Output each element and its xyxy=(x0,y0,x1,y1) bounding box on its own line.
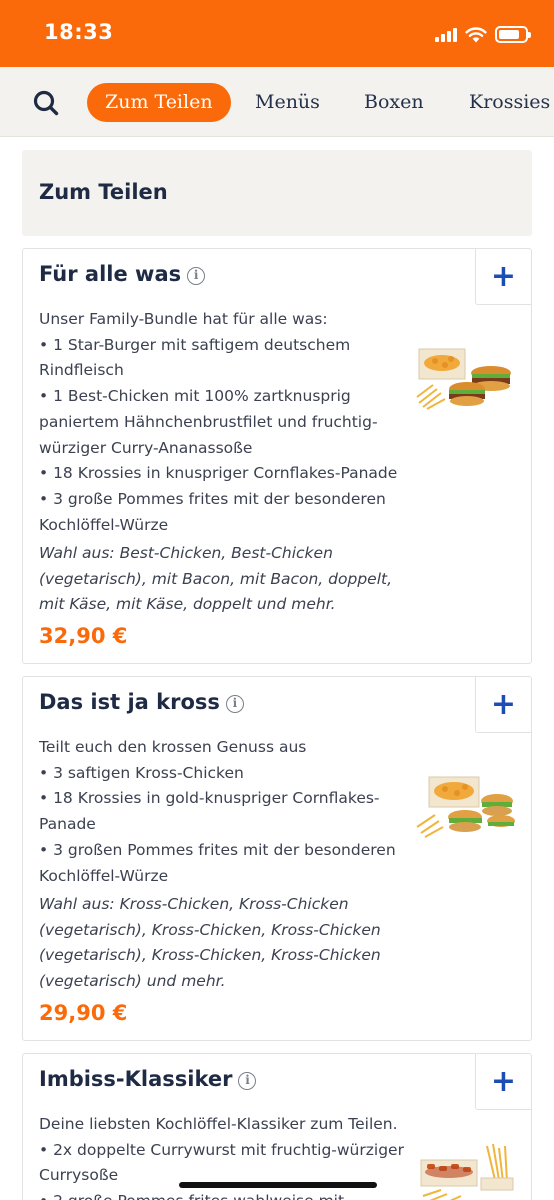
product-description: Teilt euch den krossen Genuss aus • 3 sa… xyxy=(39,735,409,889)
add-button[interactable]: + xyxy=(475,1054,531,1110)
description-item: • 1 Star-Burger mit saftigem deutschem R… xyxy=(39,335,351,380)
status-time: 18:33 xyxy=(44,20,114,44)
product-title-text: Imbiss-Klassiker xyxy=(39,1067,233,1091)
category-nav: Zum Teilen Menüs Boxen Krossies xyxy=(0,67,554,137)
add-button[interactable]: + xyxy=(475,677,531,733)
description-item: • 18 Krossies in knuspriger Cornflakes-P… xyxy=(39,464,398,483)
description-intro: Teilt euch den krossen Genuss aus xyxy=(39,738,307,756)
battery-level xyxy=(499,30,519,39)
description-item: • 1 Best-Chicken mit 100% zartknusprig p… xyxy=(39,387,378,457)
status-icons xyxy=(435,26,531,43)
tab-zum-teilen[interactable]: Zum Teilen xyxy=(87,83,231,122)
description-item: • 3 großen Pommes frites mit der besonde… xyxy=(39,840,396,885)
product-card-imbiss-klassiker[interactable]: Imbiss-Klassiker i + Deine liebsten Kochl… xyxy=(22,1053,532,1200)
product-title: Für alle was i xyxy=(39,262,206,286)
description-item: • 2 große Pommes frites wahlweise mit xyxy=(39,1189,409,1200)
product-title-text: Das ist ja kross xyxy=(39,690,220,714)
description-intro: Deine liebsten Kochlöffel-Klassiker zum … xyxy=(39,1115,398,1133)
product-description: Unser Family-Bundle hat für alle was: • … xyxy=(39,307,409,538)
status-bar: 18:33 xyxy=(0,0,554,67)
description-item: • 3 saftigen Kross-Chicken xyxy=(39,763,244,782)
product-image xyxy=(416,776,515,838)
section-header: Zum Teilen xyxy=(22,150,532,236)
info-icon[interactable]: i xyxy=(187,267,206,285)
add-button[interactable]: + xyxy=(475,249,531,305)
description-item: • 18 Krossies in gold-knuspriger Cornfla… xyxy=(39,789,380,834)
product-title: Imbiss-Klassiker i xyxy=(39,1067,257,1091)
description-item: • 3 große Pommes frites mit der besonder… xyxy=(39,489,386,534)
tab-menus[interactable]: Menüs xyxy=(255,83,320,122)
section-title: Zum Teilen xyxy=(39,180,168,204)
product-choice: Wahl aus: Kross-Chicken, Kross-Chicken (… xyxy=(39,895,381,991)
wifi-icon xyxy=(465,26,487,42)
battery-icon xyxy=(495,26,531,43)
product-price: 29,90 € xyxy=(39,1001,128,1025)
info-icon[interactable]: i xyxy=(238,1072,257,1090)
home-indicator xyxy=(179,1182,377,1188)
tab-boxen[interactable]: Boxen xyxy=(364,83,424,122)
product-image xyxy=(420,1143,514,1200)
product-card-fuer-alle-was[interactable]: Für alle was i + Unser Family-Bundle hat … xyxy=(22,248,532,664)
signal-icon xyxy=(435,27,457,42)
product-image xyxy=(416,348,511,410)
product-title-text: Für alle was xyxy=(39,262,182,286)
info-icon[interactable]: i xyxy=(225,695,244,713)
description-intro: Unser Family-Bundle hat für alle was: xyxy=(39,310,328,328)
tab-krossies[interactable]: Krossies xyxy=(469,83,550,122)
product-card-das-ist-ja-kross[interactable]: Das ist ja kross i + Teilt euch den kross… xyxy=(22,676,532,1041)
search-icon[interactable] xyxy=(32,89,60,117)
product-choice: Wahl aus: Best-Chicken, Best-Chicken (ve… xyxy=(39,544,393,614)
product-price: 32,90 € xyxy=(39,624,128,648)
product-title: Das ist ja kross i xyxy=(39,690,244,714)
